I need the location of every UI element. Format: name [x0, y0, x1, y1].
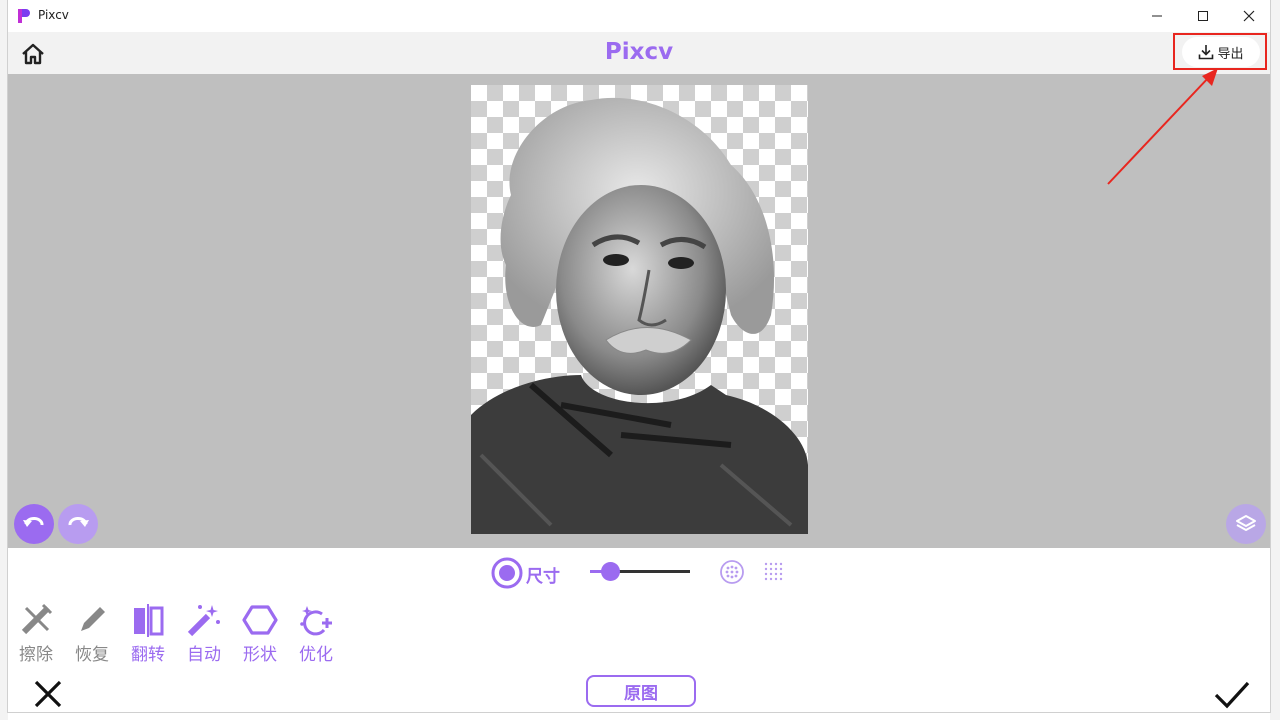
- tool-shape-label: 形状: [243, 645, 277, 665]
- pencil-icon: [81, 607, 105, 631]
- original-image-button[interactable]: 原图: [586, 675, 696, 707]
- confirm-check-icon[interactable]: [1214, 680, 1250, 710]
- tool-optimize[interactable]: 优化: [293, 602, 339, 665]
- brush-size-slider-handle[interactable]: [601, 562, 620, 581]
- size-label[interactable]: 尺寸: [526, 562, 560, 587]
- tool-erase-label: 擦除: [19, 645, 53, 665]
- tool-panel: 尺寸 擦除 恢复 翻转 自动 形状 优化 原图: [8, 548, 1270, 712]
- minimize-icon: [1152, 15, 1162, 17]
- redo-button[interactable]: [58, 504, 98, 544]
- layers-button[interactable]: [1226, 504, 1266, 544]
- tool-flip-label: 翻转: [131, 645, 165, 665]
- tool-erase[interactable]: 擦除: [13, 602, 59, 665]
- undo-icon: [23, 516, 44, 527]
- brush-size-icon[interactable]: [491, 557, 523, 589]
- annotation-arrow: [1107, 68, 1218, 185]
- hexagon-icon: [242, 605, 278, 635]
- app-logo-icon: [18, 9, 30, 23]
- tool-optimize-label: 优化: [299, 645, 333, 665]
- redo-icon: [68, 516, 89, 527]
- dot-pattern-icon[interactable]: [762, 560, 786, 584]
- desktop-background-right: [1270, 0, 1280, 720]
- brand-title: Pixcv: [604, 39, 674, 65]
- maximize-icon: [1198, 11, 1208, 21]
- close-icon: [1243, 10, 1255, 22]
- cancel-icon[interactable]: [32, 678, 64, 710]
- layers-icon: [1236, 515, 1256, 531]
- sparkle-icon: [300, 606, 332, 636]
- subject-image: [471, 85, 808, 534]
- magic-wand-icon: [187, 605, 220, 637]
- minimize-button[interactable]: [1134, 0, 1180, 32]
- tool-restore[interactable]: 恢复: [69, 602, 115, 665]
- app-header: Pixcv 导出: [8, 32, 1270, 74]
- editing-canvas[interactable]: [8, 74, 1270, 548]
- title-bar: Pixcv: [8, 0, 1270, 32]
- tool-restore-label: 恢复: [75, 645, 109, 665]
- flip-icon: [134, 604, 164, 637]
- desktop-background-left: [0, 0, 8, 720]
- tool-flip[interactable]: 翻转: [125, 602, 171, 665]
- maximize-button[interactable]: [1180, 0, 1226, 32]
- window-title: Pixcv: [38, 8, 69, 22]
- tool-shape[interactable]: 形状: [237, 602, 283, 665]
- eraser-icon: [21, 603, 53, 635]
- tool-auto[interactable]: 自动: [181, 602, 227, 665]
- app-window: Pixcv Pixcv 导出 尺寸 擦除 恢复 翻转 自动 形状 优化 原图: [8, 0, 1270, 712]
- undo-button[interactable]: [14, 504, 54, 544]
- tool-auto-label: 自动: [187, 645, 221, 665]
- edge-softness-icon[interactable]: [719, 559, 745, 585]
- portrait-cutout: [471, 97, 808, 534]
- close-window-button[interactable]: [1226, 0, 1272, 32]
